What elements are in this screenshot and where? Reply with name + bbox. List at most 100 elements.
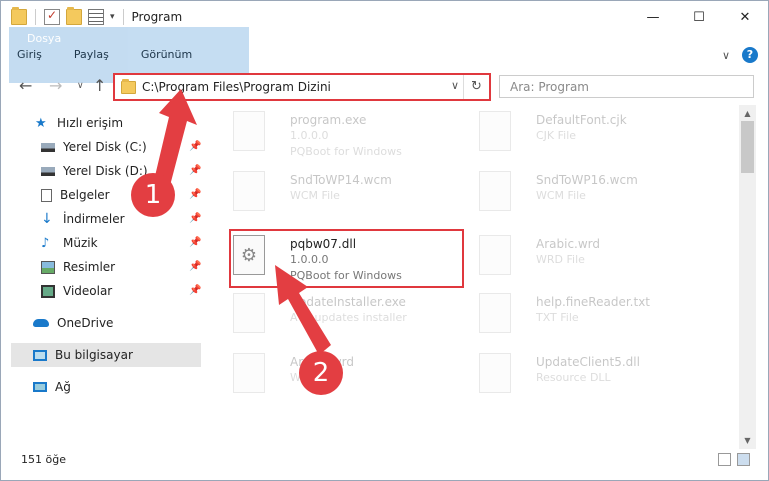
sidebar-item-label: Ağ <box>55 380 71 394</box>
sidebar-item-label: Videolar <box>63 284 113 298</box>
scroll-down-icon[interactable]: ▼ <box>739 432 756 449</box>
search-input[interactable]: Ara: Program <box>499 75 754 98</box>
file-item[interactable]: help.fineReader.txt TXT File <box>459 287 699 343</box>
pin-icon[interactable]: 📌 <box>189 285 201 296</box>
file-icon <box>233 171 265 211</box>
vertical-scrollbar[interactable]: ▲ ▼ <box>739 105 756 449</box>
address-dropdown-icon[interactable]: ∨ <box>451 79 459 92</box>
file-item[interactable]: SndToWP14.wcm WCM File <box>213 165 453 221</box>
pin-icon[interactable]: 📌 <box>189 237 201 248</box>
sidebar-item-music[interactable]: ♪ Müzik <box>41 231 98 255</box>
sidebar-item-label: İndirmeler <box>63 212 125 226</box>
sidebar-item-downloads[interactable]: ↓ İndirmeler <box>41 207 125 231</box>
refresh-icon[interactable]: ↻ <box>463 75 489 99</box>
network-icon <box>33 382 47 392</box>
sidebar-item-videos[interactable]: Videolar <box>41 279 112 303</box>
new-folder-icon[interactable] <box>66 7 82 25</box>
status-bar: 151 öğe <box>1 449 768 471</box>
file-name: help.fineReader.txt <box>536 295 650 309</box>
file-detail: AVY updates installer <box>290 311 407 324</box>
properties-check-icon[interactable] <box>44 8 60 25</box>
maximize-button[interactable]: ☐ <box>676 1 722 33</box>
file-name: UpdateInstaller.exe <box>290 295 406 309</box>
address-bar[interactable]: C:\Program Files\Program Dizini ∨ ↻ <box>113 73 491 101</box>
forward-arrow-icon[interactable]: → <box>49 76 62 95</box>
minimize-button[interactable]: — <box>630 1 676 33</box>
search-placeholder: Ara: Program <box>510 80 589 94</box>
address-row: ← → ∨ ↑ C:\Program Files\Program Dizini … <box>1 71 768 101</box>
file-icon <box>479 293 511 333</box>
file-name: SndToWP14.wcm <box>290 173 392 187</box>
pin-icon[interactable]: 📌 <box>189 189 201 200</box>
file-icon <box>233 293 265 333</box>
sidebar-item-quick-access[interactable]: ★ Hızlı erişim <box>35 111 123 135</box>
pictures-icon <box>41 260 55 274</box>
file-detail: WCM File <box>290 189 340 202</box>
details-view-icon[interactable] <box>718 453 731 466</box>
sidebar-item-label: Resimler <box>63 260 116 274</box>
sidebar-item-label: Yerel Disk (C:) <box>63 140 147 154</box>
item-count: 151 öğe <box>21 453 66 466</box>
file-name: Arabic.wrd <box>536 237 601 251</box>
help-icon[interactable]: ? <box>742 47 758 63</box>
separator <box>35 9 36 25</box>
file-item[interactable]: UpdateInstaller.exe AVY updates installer <box>213 287 453 343</box>
file-detail: CJK File <box>536 129 577 142</box>
sidebar-item-this-pc[interactable]: Bu bilgisayar <box>11 343 201 367</box>
cloud-icon <box>33 319 49 327</box>
file-detail: 1.0.0.0 <box>290 129 329 142</box>
file-icon <box>233 353 265 393</box>
drive-icon <box>41 142 55 152</box>
file-detail: TXT File <box>536 311 579 324</box>
step-2-badge: 2 <box>299 351 343 395</box>
file-item[interactable]: Arabic.wrd WRD File <box>459 229 699 285</box>
folder-icon <box>121 79 136 94</box>
back-arrow-icon[interactable]: ← <box>19 76 32 95</box>
scroll-thumb[interactable] <box>741 121 754 173</box>
separator <box>122 9 124 25</box>
customize-icon[interactable] <box>88 9 104 25</box>
drive-icon <box>41 166 55 176</box>
pin-icon[interactable]: 📌 <box>189 261 201 272</box>
file-name: DefaultFont.cjk <box>536 113 627 127</box>
computer-icon <box>33 349 47 361</box>
sidebar-item-pictures[interactable]: Resimler <box>41 255 115 279</box>
documents-icon <box>41 188 52 202</box>
file-icon <box>479 171 511 211</box>
sidebar-item-label: OneDrive <box>57 316 114 330</box>
sidebar-item-label: Müzik <box>63 236 98 250</box>
file-item[interactable]: SndToWP16.wcm WCM File <box>459 165 699 221</box>
file-icon <box>479 235 511 275</box>
recent-dropdown-icon[interactable]: ∨ <box>77 81 84 91</box>
sidebar-item-drive-c[interactable]: Yerel Disk (C:) <box>41 135 147 159</box>
navigation-pane: ★ Hızlı erişim Yerel Disk (C:) 📌 Yerel D… <box>1 109 209 444</box>
file-item[interactable]: UpdateClient5.dll Resource DLL <box>459 347 699 403</box>
close-button[interactable]: ✕ <box>722 1 768 33</box>
file-name: SndToWP16.wcm <box>536 173 638 187</box>
file-list: program.exe 1.0.0.0 PQBoot for Windows Defa… <box>209 105 739 445</box>
file-item[interactable]: program.exe 1.0.0.0 PQBoot for Windows <box>213 105 453 161</box>
download-icon: ↓ <box>41 210 53 227</box>
up-arrow-icon[interactable]: ↑ <box>93 76 106 95</box>
video-icon <box>41 284 55 298</box>
sidebar-item-onedrive[interactable]: OneDrive <box>33 311 113 335</box>
file-item[interactable]: DefaultFont.cjk CJK File <box>459 105 699 161</box>
pin-icon[interactable]: 📌 <box>189 165 201 176</box>
pin-icon[interactable]: 📌 <box>189 141 201 152</box>
sidebar-item-documents[interactable]: Belgeler <box>41 183 110 207</box>
scroll-up-icon[interactable]: ▲ <box>739 105 756 122</box>
file-detail: WRD File <box>536 253 585 266</box>
chevron-down-icon[interactable]: ∨ <box>722 49 730 62</box>
tiles-view-icon[interactable] <box>737 453 750 466</box>
file-icon <box>233 111 265 151</box>
sidebar-item-label: Yerel Disk (D:) <box>63 164 148 178</box>
qa-dropdown-icon[interactable]: ▾ <box>110 12 115 22</box>
sidebar-item-network[interactable]: Ağ <box>33 375 71 399</box>
file-name: UpdateClient5.dll <box>536 355 640 369</box>
address-path[interactable]: C:\Program Files\Program Dizini <box>142 80 331 94</box>
file-detail: WCM File <box>536 189 586 202</box>
music-icon: ♪ <box>41 235 50 251</box>
sidebar-item-label: Hızlı erişim <box>57 116 124 130</box>
pin-icon[interactable]: 📌 <box>189 213 201 224</box>
sidebar-item-drive-d[interactable]: Yerel Disk (D:) <box>41 159 148 183</box>
